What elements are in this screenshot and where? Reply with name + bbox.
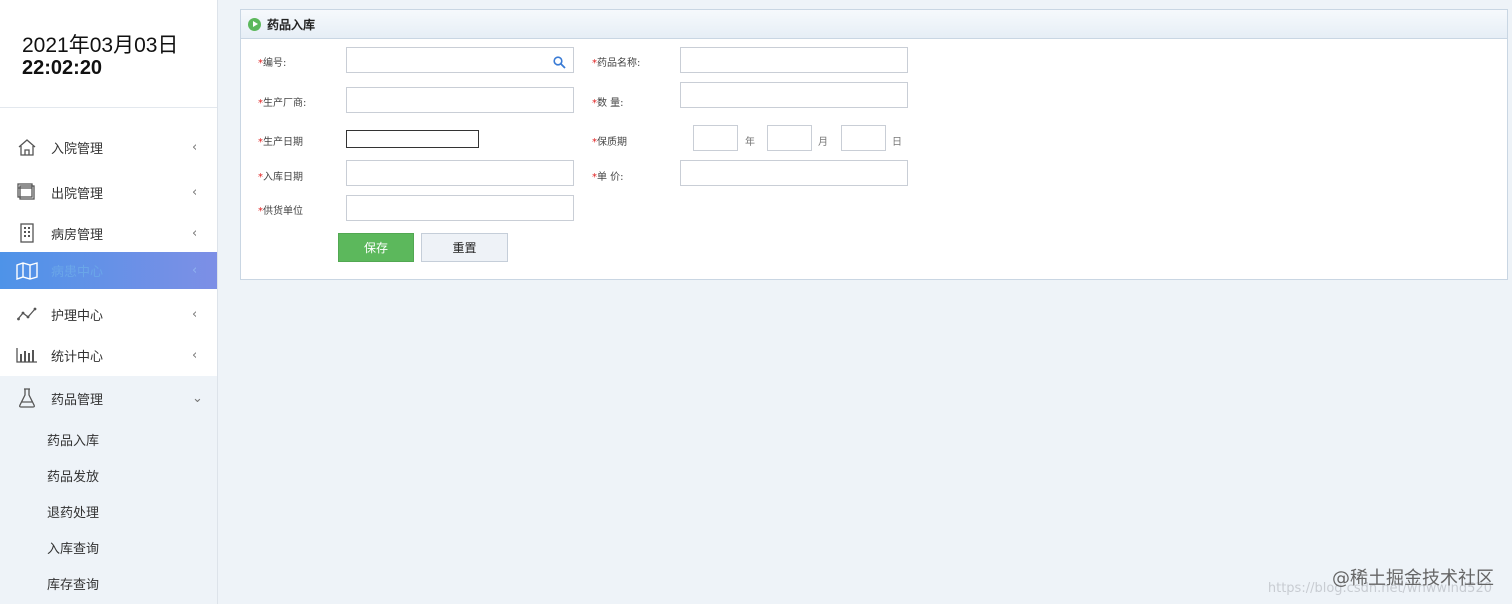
shelf-life-label: *保质期 xyxy=(592,137,627,148)
month-unit: 月 xyxy=(818,137,828,148)
play-icon xyxy=(248,17,261,31)
chevron-left-icon: ‹ xyxy=(192,184,198,200)
menu-label: 药品管理 xyxy=(51,392,104,408)
code-input[interactable] xyxy=(346,47,574,73)
sidebar: 2021年03月03日 22:02:20 入院管理 ‹ 出院管理 ‹ 病房管理 … xyxy=(0,0,218,604)
menu-label: 出院管理 xyxy=(51,186,104,202)
building-icon xyxy=(16,222,38,244)
shelf-life-day-input[interactable] xyxy=(841,125,886,151)
shelf-life-year-input[interactable] xyxy=(693,125,738,151)
day-unit: 日 xyxy=(892,137,902,148)
menu-item-admission[interactable]: 入院管理 ‹ xyxy=(0,127,217,167)
clock-date: 2021年03月03日 xyxy=(22,34,179,57)
panel-header: 药品入库 xyxy=(241,10,1507,39)
unit-price-label: *单 价: xyxy=(592,172,624,183)
quantity-label: *数 量: xyxy=(592,98,624,109)
drug-name-label: *药品名称: xyxy=(592,58,641,69)
menu-item-discharge[interactable]: 出院管理 ‹ xyxy=(0,172,217,212)
unit-price-input[interactable] xyxy=(680,160,908,186)
watermark: @稀土掘金技术社区 xyxy=(1332,568,1494,589)
chevron-left-icon: ‹ xyxy=(192,347,198,363)
drug-submenu: 药品入库 药品发放 退药处理 入库查询 库存查询 xyxy=(0,420,217,604)
bar-chart-icon xyxy=(16,344,38,366)
chevron-left-icon: ‹ xyxy=(192,225,198,241)
submenu-item-inventory-query[interactable]: 库存查询 xyxy=(47,574,99,593)
supplier-input[interactable] xyxy=(346,195,574,221)
chevron-left-icon: ‹ xyxy=(192,139,198,155)
map-icon xyxy=(16,260,38,282)
manufacturer-label: *生产厂商: xyxy=(258,98,307,109)
menu-item-nursing[interactable]: 护理中心 ‹ xyxy=(0,294,217,334)
menu-label: 护理中心 xyxy=(51,308,104,324)
panel-title: 药品入库 xyxy=(267,17,316,32)
shelf-life-month-input[interactable] xyxy=(767,125,812,151)
clock: 2021年03月03日 22:02:20 xyxy=(0,0,217,108)
code-label: *编号: xyxy=(258,58,287,69)
search-icon[interactable] xyxy=(553,54,566,73)
menu-label: 入院管理 xyxy=(51,141,104,157)
reset-button[interactable]: 重置 xyxy=(421,233,508,262)
drug-name-input[interactable] xyxy=(680,47,908,73)
manufacturer-input[interactable] xyxy=(346,87,574,113)
stockin-date-input[interactable] xyxy=(346,160,574,186)
menu-label: 病房管理 xyxy=(51,227,104,243)
line-chart-icon xyxy=(16,303,38,325)
clock-time: 22:02:20 xyxy=(22,57,103,79)
submenu-item-drug-dispense[interactable]: 药品发放 xyxy=(47,466,99,485)
menu-label: 病患中心 xyxy=(51,265,104,280)
chevron-down-icon: ⌄ xyxy=(192,390,203,406)
submenu-item-drug-return[interactable]: 退药处理 xyxy=(47,502,99,521)
home-icon xyxy=(16,136,38,158)
quantity-input[interactable] xyxy=(680,82,908,108)
menu-item-drug-management[interactable]: 药品管理 ⌄ xyxy=(0,376,217,420)
production-date-input[interactable] xyxy=(346,130,479,148)
submenu-item-stockin-query[interactable]: 入库查询 xyxy=(47,538,99,557)
supplier-label: *供货单位 xyxy=(258,206,303,217)
chevron-left-icon: ‹ xyxy=(192,306,198,322)
production-date-label: *生产日期 xyxy=(258,137,303,148)
submenu-item-drug-stockin[interactable]: 药品入库 xyxy=(47,430,99,449)
year-unit: 年 xyxy=(745,137,755,148)
menu-item-patient-center[interactable]: 病患中心 ‹ xyxy=(0,252,217,289)
chevron-left-icon: ‹ xyxy=(192,263,198,278)
menu-item-ward[interactable]: 病房管理 ‹ xyxy=(0,213,217,253)
stockin-date-label: *入库日期 xyxy=(258,172,303,183)
menu-label: 统计中心 xyxy=(51,349,104,365)
flask-icon xyxy=(16,387,38,409)
menu-item-statistics[interactable]: 统计中心 ‹ xyxy=(0,335,217,375)
save-button[interactable]: 保存 xyxy=(338,233,414,262)
window-icon xyxy=(16,181,38,203)
